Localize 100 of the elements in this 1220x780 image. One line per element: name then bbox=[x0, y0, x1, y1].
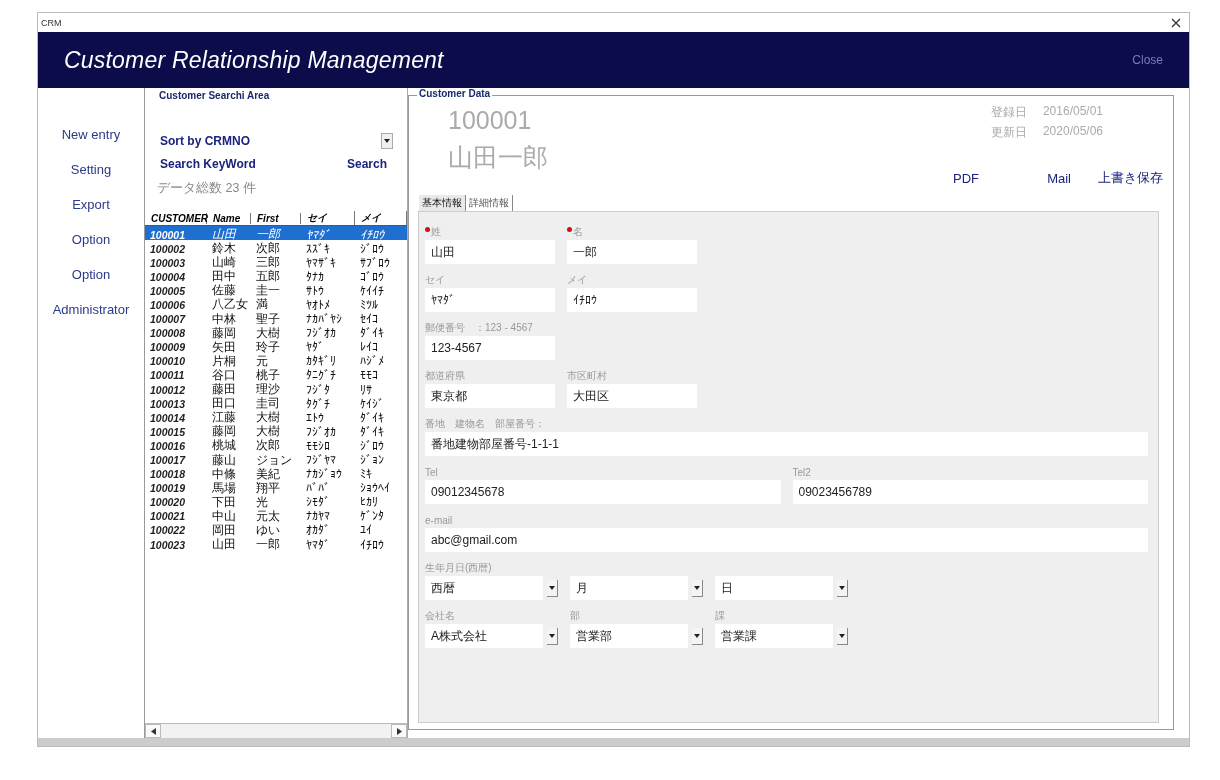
table-cell-text: 藤田 bbox=[211, 381, 237, 397]
table-cell-text: ﾔﾏｻﾞｷ bbox=[305, 255, 337, 270]
table-cell-text: ﾋｶﾘ bbox=[359, 495, 379, 510]
table-cell-text: 矢田 bbox=[211, 339, 237, 355]
table-cell-text: 桃子 bbox=[255, 367, 281, 383]
date-label: 登録日 bbox=[990, 104, 1027, 121]
table-cell-text: 100010 bbox=[149, 355, 187, 368]
field-label: 郵便番号 ：123 - 4567 bbox=[425, 321, 533, 335]
list-row[interactable]: 100003 山崎 三郎 ﾔﾏｻﾞｷ ｻﾌﾞﾛｳ bbox=[145, 254, 407, 269]
list-row[interactable]: 100015 藤岡 大樹 ﾌｼﾞｵｶ ﾀﾞｲｷ bbox=[145, 423, 407, 438]
nav-button[interactable]: Option bbox=[71, 266, 111, 283]
list-row[interactable]: 100001 山田 一郎 ﾔﾏﾀﾞ ｲﾁﾛｳ bbox=[145, 226, 407, 241]
table-cell-text: ｻﾌﾞﾛｳ bbox=[359, 255, 391, 270]
input-field[interactable]: 09023456789 bbox=[792, 480, 1148, 504]
table-cell-text: 片桐 bbox=[211, 353, 237, 369]
table-cell-text: ﾔﾏﾀﾞ bbox=[305, 227, 331, 242]
input-field[interactable]: abc@gmail.com bbox=[425, 528, 1148, 552]
list-row[interactable]: 100019 馬場 翔平 ﾊﾞﾊﾞ ｼｮｳﾍｲ bbox=[145, 479, 407, 494]
list-row[interactable]: 100012 藤田 理沙 ﾌｼﾞﾀ ﾘｻ bbox=[145, 381, 407, 396]
dropdown-button[interactable] bbox=[381, 133, 393, 149]
close-button[interactable]: Close bbox=[1132, 51, 1163, 69]
table-cell-text: ﾌｼﾞﾔﾏ bbox=[305, 453, 337, 467]
table-cell-text: ｶﾀｷﾞﾘ bbox=[305, 354, 337, 369]
list-row[interactable]: 100002 鈴木 次郎 ｽｽﾞｷ ｼﾞﾛｳ bbox=[145, 240, 407, 255]
table-cell-text: 桃城 bbox=[211, 437, 237, 454]
column-header[interactable]: メイ bbox=[355, 211, 407, 225]
table-cell-text: ﾓﾓｺ bbox=[359, 368, 379, 383]
input-field[interactable]: 山田 bbox=[425, 240, 555, 264]
field-label: 市区町村 bbox=[567, 369, 607, 383]
list-row[interactable]: 100016 桃城 次郎 ﾓﾓｼﾛ ｼﾞﾛｳ bbox=[145, 437, 407, 452]
nav-button[interactable]: Setting bbox=[70, 161, 112, 178]
search-button[interactable]: Search bbox=[346, 157, 387, 171]
action-button[interactable]: 上書き保存 bbox=[1071, 168, 1163, 188]
column-header[interactable]: セイ bbox=[301, 211, 355, 225]
table-cell-text: ﾅｶﾔﾏ bbox=[305, 509, 331, 524]
table-cell-text: 100022 bbox=[149, 524, 187, 537]
field-label: 生年月日(西暦) bbox=[425, 561, 492, 575]
tab[interactable]: 基本情報 bbox=[419, 195, 466, 211]
list-row[interactable]: 100013 田口 圭司 ﾀｸﾞﾁ ｹｲｼﾞ bbox=[145, 395, 407, 410]
table-cell-text: ﾔﾀﾞ bbox=[305, 340, 325, 355]
table-cell-text: ｹｲｲﾁ bbox=[359, 283, 385, 298]
table-cell-text: 100001 bbox=[149, 228, 187, 241]
nav-button[interactable]: Export bbox=[72, 196, 110, 213]
keyword-label: Search KeyWord bbox=[160, 157, 256, 171]
table-cell-text: ﾐﾂﾙ bbox=[359, 297, 379, 312]
table-cell-text: 鈴木 bbox=[211, 240, 237, 256]
list-row[interactable]: 100009 矢田 玲子 ﾔﾀﾞ ﾚｲｺ bbox=[145, 338, 407, 353]
table-cell-text: 100004 bbox=[149, 270, 187, 283]
list-row[interactable]: 100006 八乙女 満 ﾔｵﾄﾒ ﾐﾂﾙ bbox=[145, 296, 407, 311]
column-header[interactable]: First bbox=[251, 212, 301, 224]
list-row[interactable]: 100004 田中 五郎 ﾀﾅｶ ｺﾞﾛｳ bbox=[145, 268, 407, 283]
list-row[interactable]: 100020 下田 光 ｼﾓﾀﾞ ﾋｶﾘ bbox=[145, 493, 407, 508]
input-field[interactable]: 東京都 bbox=[425, 384, 555, 408]
list-row[interactable]: 100014 江藤 大樹 ｴﾄｳ ﾀﾞｲｷ bbox=[145, 409, 407, 424]
input-field[interactable]: 一郎 bbox=[567, 240, 697, 264]
list-row[interactable]: 100010 片桐 元 ｶﾀｷﾞﾘ ﾊｼﾞﾒ bbox=[145, 352, 407, 367]
table-cell-text: ｹｲｼﾞ bbox=[359, 396, 385, 411]
table-cell-text: ﾀﾞｲｷ bbox=[359, 424, 385, 439]
list-row[interactable]: 100008 藤岡 大樹 ﾌｼﾞｵｶ ﾀﾞｲｷ bbox=[145, 324, 407, 339]
column-header[interactable]: CUSTOMER bbox=[145, 212, 207, 224]
table-cell-text: 大樹 bbox=[255, 325, 281, 341]
list-row[interactable]: 100018 中條 美紀 ﾅｶｼﾞｮｳ ﾐｷ bbox=[145, 465, 407, 480]
list-row[interactable]: 100021 中山 元太 ﾅｶﾔﾏ ｹﾞﾝﾀ bbox=[145, 507, 407, 522]
table-cell-text: 100005 bbox=[149, 284, 187, 297]
table-cell-text: 大樹 bbox=[255, 409, 281, 425]
caret-icon bbox=[549, 585, 555, 590]
list-row[interactable]: 100011 谷口 桃子 ﾀﾆｸﾞﾁ ﾓﾓｺ bbox=[145, 366, 407, 382]
table-cell-text: ﾌｼﾞｵｶ bbox=[305, 326, 337, 341]
table-cell-text: 光 bbox=[255, 494, 269, 510]
input-field[interactable]: 09012345678 bbox=[425, 480, 781, 504]
list-row[interactable]: 100007 中林 聖子 ﾅｶﾊﾞﾔｼ ｾｲｺ bbox=[145, 310, 407, 325]
field-label: 課 bbox=[715, 609, 725, 623]
table-cell-text: 元 bbox=[255, 353, 269, 369]
nav-button[interactable]: New entry bbox=[61, 126, 121, 143]
list-row[interactable]: 100005 佐藤 圭一 ｻﾄｳ ｹｲｲﾁ bbox=[145, 282, 407, 297]
input-field[interactable]: ｲﾁﾛｳ bbox=[567, 288, 697, 312]
input-field[interactable]: 123-4567 bbox=[425, 336, 555, 360]
nav-button[interactable]: Administrator bbox=[52, 301, 130, 318]
table-cell-text: 理沙 bbox=[255, 381, 281, 397]
table-cell-text: ﾌｼﾞｵｶ bbox=[305, 424, 337, 439]
input-field[interactable]: 番地建物部屋番号-1-1-1 bbox=[425, 432, 1148, 456]
table-cell-text: 五郎 bbox=[255, 268, 281, 284]
tab[interactable]: 詳細情報 bbox=[466, 195, 513, 211]
scroll-bar[interactable] bbox=[145, 723, 407, 738]
input-field[interactable]: ﾔﾏﾀﾞ bbox=[425, 288, 555, 312]
table-cell-text: ﾀﾅｶ bbox=[305, 269, 325, 284]
customer-name: 山田一郎 bbox=[448, 142, 548, 173]
table-cell-text: 100013 bbox=[149, 397, 187, 410]
nav-button[interactable]: Option bbox=[71, 231, 111, 248]
action-button[interactable]: Mail bbox=[979, 168, 1071, 188]
table-cell-text: 100015 bbox=[149, 425, 187, 438]
list-row[interactable]: 100023 山田 一郎 ﾔﾏﾀﾞ ｲﾁﾛｳ bbox=[145, 536, 407, 551]
close-icon[interactable] bbox=[1171, 17, 1181, 28]
input-field[interactable]: 大田区 bbox=[567, 384, 697, 408]
field-label: 都道府県 bbox=[425, 369, 465, 383]
action-button[interactable]: PDF bbox=[887, 168, 979, 188]
table-cell-text: 100003 bbox=[149, 256, 187, 269]
column-header[interactable]: Name bbox=[207, 212, 251, 224]
table-cell-text: 100018 bbox=[149, 468, 187, 481]
table-cell-text: 圭司 bbox=[255, 395, 281, 411]
